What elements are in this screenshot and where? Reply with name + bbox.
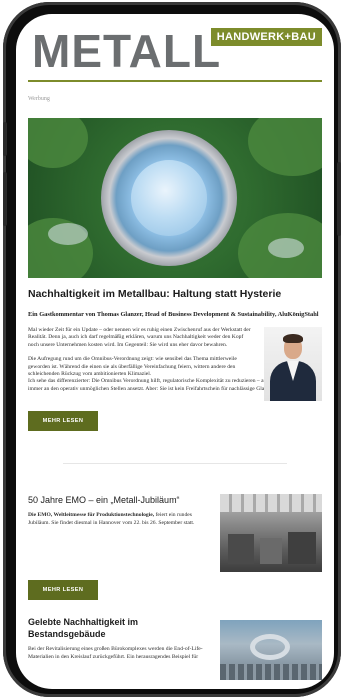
article-intro: Mal wieder Zeit für ein Update – oder ne… <box>28 327 322 401</box>
teaser-title[interactable]: 50 Jahre EMO – ein „Metall-Jubiläum“ <box>28 494 212 506</box>
teaser-photo-building[interactable] <box>220 620 322 681</box>
teaser-title[interactable]: Gelebte Nachhaltigkeit im Bestandsgebäud… <box>28 616 212 640</box>
volume-button <box>3 172 7 226</box>
brand-tag: HANDWERK+BAU <box>210 28 322 46</box>
article-byline: Ein Gastkommentar von Thomas Glanzer, He… <box>28 311 319 318</box>
section-divider <box>63 463 287 465</box>
article-title[interactable]: Nachhaltigkeit im Metallbau: Haltung sta… <box>28 288 322 301</box>
mute-switch <box>3 122 7 156</box>
read-more-button[interactable]: MEHR LESEN <box>28 580 98 601</box>
article-paragraph: Mal wieder Zeit für ein Update – oder ne… <box>28 327 251 348</box>
teaser-emo: 50 Jahre EMO – ein „Metall-Jubiläum“ Die… <box>28 494 322 574</box>
teaser-text-bold: Die EMO, Weltleitmesse für Produktionste… <box>28 512 155 519</box>
teaser-sustainability: Gelebte Nachhaltigkeit im Bestandsgebäud… <box>28 616 322 681</box>
forest-shape <box>248 118 322 176</box>
cloud-shape <box>268 238 304 258</box>
brand-logo[interactable]: METALL <box>32 28 221 74</box>
article-paragraph: Die Aufregung rund um die Omnibus-Verord… <box>28 356 237 378</box>
author-portrait <box>264 327 322 401</box>
teaser-photo-factory[interactable] <box>220 494 322 573</box>
screen: METALL HANDWERK+BAU Werbung Nachhaltigke… <box>16 14 334 689</box>
read-more-button[interactable]: MEHR LESEN <box>28 411 98 432</box>
ad-label: Werbung <box>28 96 50 102</box>
phone-frame: METALL HANDWERK+BAU Werbung Nachhaltigke… <box>3 2 341 697</box>
masthead: METALL HANDWERK+BAU <box>28 14 322 94</box>
newsletter: METALL HANDWERK+BAU Werbung Nachhaltigke… <box>28 14 322 681</box>
forest-shape <box>28 118 88 168</box>
brand-divider <box>28 80 322 82</box>
cloud-shape <box>48 223 88 245</box>
teaser-text: Bei der Revitalisierung eines großen Bür… <box>28 646 203 660</box>
sky-opening <box>131 160 207 236</box>
hero-image[interactable] <box>28 118 322 278</box>
power-button <box>337 162 341 236</box>
